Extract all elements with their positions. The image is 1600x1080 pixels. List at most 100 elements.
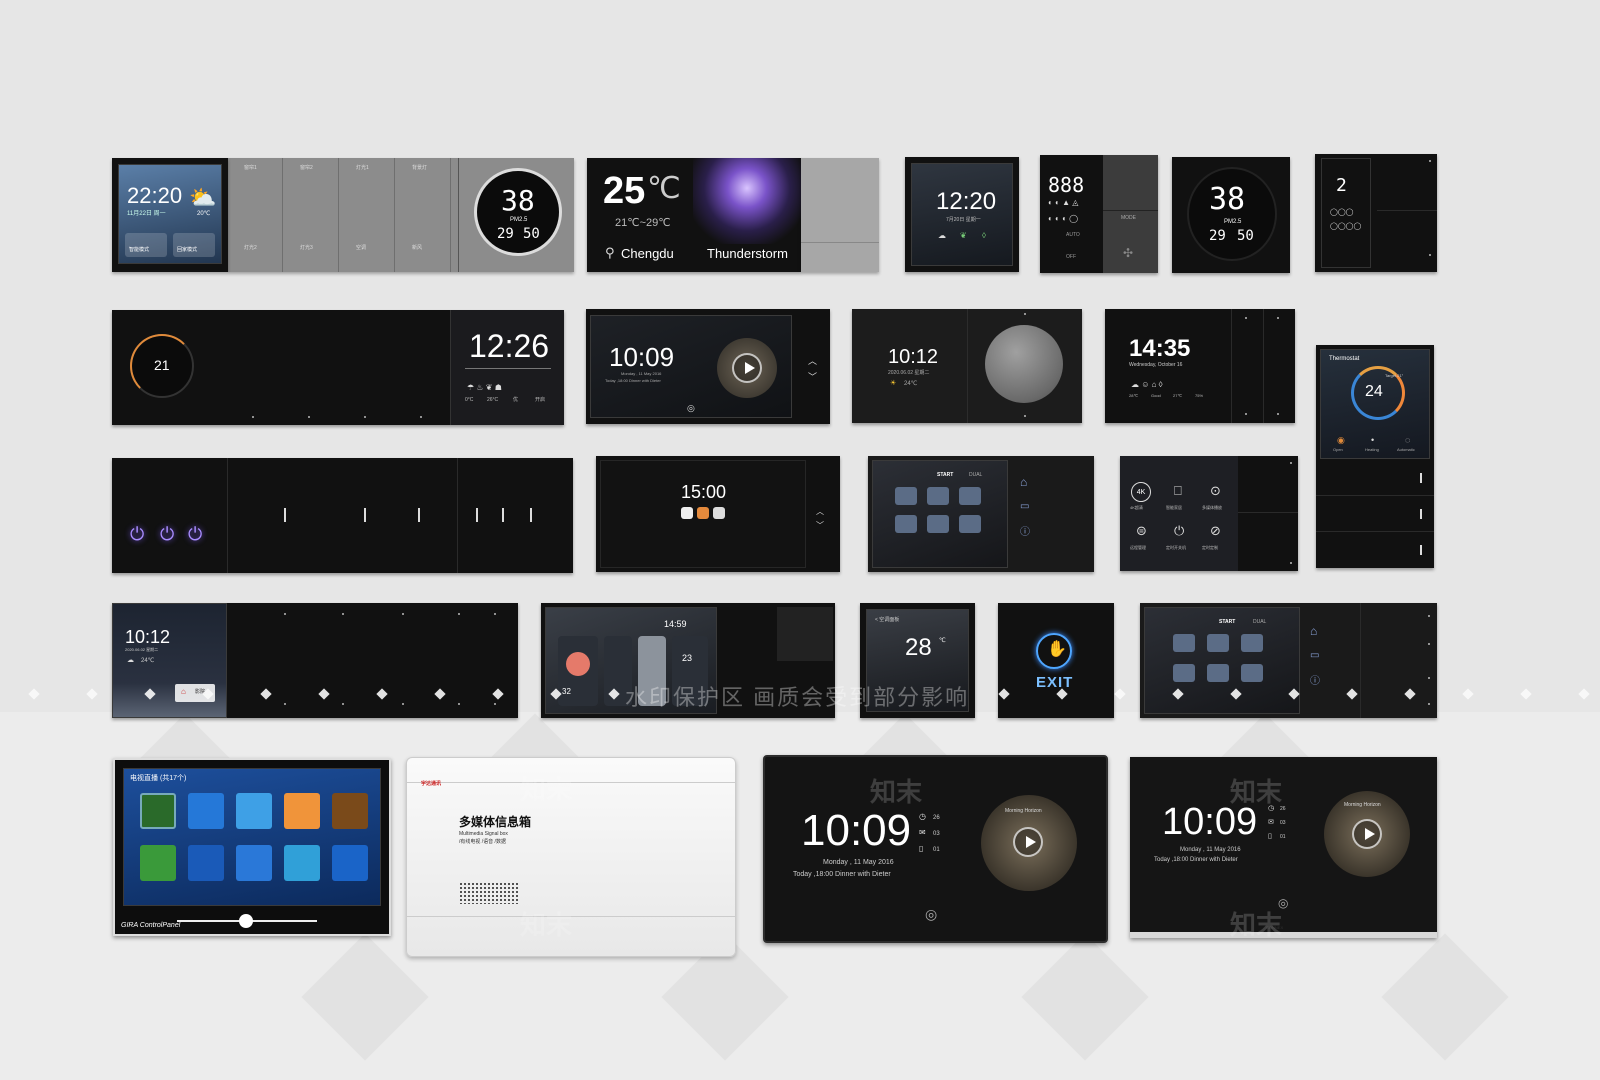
tv-control-panel[interactable]: 电视直播 (共17个) GIRA ControlPanel [113, 758, 391, 936]
panel-10-12-strip[interactable]: 10:12 2020.06.02 星期二 24℃ ☁ 影院 ⌂ [112, 603, 518, 718]
app-icon[interactable] [188, 845, 224, 881]
camping-tile[interactable] [927, 487, 949, 505]
app-tile[interactable] [681, 507, 693, 519]
settings-tile[interactable] [959, 515, 981, 533]
play-icon[interactable] [1013, 827, 1043, 857]
battery-tile[interactable] [927, 515, 949, 533]
heating-icon[interactable]: • [1371, 436, 1374, 445]
power-icon[interactable]: ⏻ [160, 524, 174, 545]
clock-time: 14:35 [1129, 335, 1191, 362]
water-tile[interactable] [1173, 664, 1195, 682]
menu-icon[interactable]: ▭ [1020, 502, 1029, 512]
thermostat-dial[interactable]: 21 [130, 334, 194, 398]
ac-key-column[interactable]: MODE ✣ [1103, 155, 1158, 273]
tv-screen: 电视直播 (共17个) [123, 768, 381, 906]
scene-button-1[interactable]: 智能模式 [125, 233, 167, 257]
panel-14-35[interactable]: 14:35 Wednesday, October 16 ☁ ☺ ⌂ ◊ 28℃ … [1105, 309, 1295, 423]
play-icon[interactable] [1352, 819, 1382, 849]
power-icon[interactable]: ⏻ [130, 524, 144, 545]
smart-home-icon[interactable]: ⎕ [1174, 484, 1182, 497]
temp-value: 29 [497, 226, 514, 242]
video-thumb[interactable]: Morning Horizon [1324, 791, 1410, 877]
slider-knob[interactable] [239, 914, 253, 928]
key-label: 灯光1 [356, 165, 369, 171]
temp-value: 29 [1209, 228, 1226, 244]
app-icon[interactable] [140, 793, 176, 829]
app-icon[interactable] [332, 793, 368, 829]
chevron-down-icon[interactable]: ﹀ [808, 373, 817, 382]
media-panel-large-2[interactable]: 10:09 Monday , 11 May 2016 Today ,18:00 … [1130, 757, 1437, 938]
light-tile[interactable] [1173, 634, 1195, 652]
power-icon[interactable]: ⏻ [188, 524, 202, 545]
app-icon[interactable] [284, 793, 320, 829]
power-icon[interactable]: ⏻ [1174, 524, 1184, 537]
brand-logo: 宇达通讯 [421, 781, 442, 787]
camping-tile[interactable] [1207, 634, 1229, 652]
thermo-digit: 2 [1336, 175, 1347, 196]
app-icon[interactable] [188, 793, 224, 829]
play-circle-icon[interactable]: ⊙ [1210, 484, 1221, 497]
settings-tile[interactable] [1241, 664, 1263, 682]
water-tile[interactable] [895, 515, 917, 533]
home-icon[interactable]: ⌂ [1020, 476, 1027, 488]
panel-15-00[interactable]: 15:00 ︿ ﹀ [596, 456, 840, 572]
light-tile[interactable] [895, 487, 917, 505]
auto-icon[interactable]: ◌ [1405, 436, 1410, 445]
temperature-tile[interactable] [959, 487, 981, 505]
clock-time: 10:12 [125, 627, 171, 647]
wifi-icon[interactable]: ⊜ [1136, 524, 1147, 537]
app-icon[interactable] [236, 845, 272, 881]
menu-icon[interactable]: ▭ [1310, 651, 1319, 661]
key-label: 空调 [356, 245, 367, 251]
mic-icon[interactable]: ◎ [687, 404, 695, 413]
mic-icon[interactable]: ◎ [925, 907, 937, 921]
panel-22-20-strip[interactable]: 22:20 11月22日 周一 ⛅ 20℃ 智能模式 回家模式 窗帘1 窗帘2 … [112, 158, 574, 272]
4k-icon[interactable]: 4K [1131, 482, 1151, 502]
key-label: 灯光2 [244, 245, 257, 251]
long-thermostat-panel[interactable]: 21 12:26 ☂ ♨ ❦ ☗ 0°C 26°C 优 开启 [112, 310, 564, 425]
app-icon[interactable] [332, 845, 368, 881]
timer-icon[interactable]: ⊘ [1210, 524, 1221, 537]
ac-control-panel[interactable]: 888 ◐ ◐ ▲ ◬ ◐ ◐ ◐ ◯ AUTO OFF MODE ✣ [1040, 155, 1158, 273]
temp-value: 23 [682, 653, 693, 663]
date-line: Monday , 11 May 2016 [1180, 847, 1241, 853]
app-icon[interactable] [236, 793, 272, 829]
app-tile[interactable] [713, 507, 725, 519]
gira-logo: GIRA ControlPanel [121, 922, 181, 929]
battery-tile[interactable] [1207, 664, 1229, 682]
open-icon[interactable]: ◉ [1337, 436, 1345, 445]
media-panel-large[interactable]: 10:09 Monday , 11 May 2016 Today ,18:00 … [763, 755, 1108, 943]
chevron-up-icon[interactable]: ︿ [816, 508, 824, 516]
rotary-knob[interactable] [985, 325, 1063, 403]
watermark-mark: 知末 [520, 775, 573, 805]
video-thumb[interactable] [717, 338, 777, 398]
scene-button-2[interactable]: 回家模式 [173, 233, 215, 257]
panel-10-12-knob[interactable]: 10:12 2020.06.02 星期二 24℃ ☀ [852, 309, 1082, 423]
weather-temp: 24℃ [141, 658, 155, 664]
stat-air: Good [1151, 393, 1161, 398]
clock-screen: 10:12 2020.06.02 星期二 24℃ ☁ 影院 ⌂ [112, 603, 227, 718]
start-control-panel-2[interactable]: START DUAL ⌂ ▭ ⓘ [1140, 603, 1437, 718]
humidity-value: 50 [523, 226, 540, 242]
power-button-strip[interactable]: ⏻ ⏻ ⏻ [112, 458, 573, 573]
hand-touch-icon[interactable]: ✋ [1036, 633, 1072, 669]
play-icon[interactable] [732, 353, 762, 383]
app-tile[interactable] [697, 507, 709, 519]
gray-key-module[interactable] [801, 158, 879, 272]
media-panel-10-09[interactable]: 10:09 Monday , 11 May 2016 Today ,18:00 … [586, 309, 830, 424]
icon-grid-panel[interactable]: 4K ⎕ ⊙ 4K超清 智能家居 多媒体播放 ⊜ ⏻ ⊘ 远程管理 定时开关机 … [1120, 456, 1298, 571]
chevron-down-icon[interactable]: ﹀ [816, 522, 824, 530]
info-icon[interactable]: ⓘ [1020, 528, 1030, 538]
start-control-panel[interactable]: START DUAL ⌂ ▭ ⓘ [868, 456, 1094, 572]
temperature-tile[interactable] [1241, 634, 1263, 652]
app-icon[interactable] [140, 845, 176, 881]
app-icon[interactable] [284, 845, 320, 881]
info-icon[interactable]: ⓘ [1310, 677, 1320, 687]
video-thumb[interactable]: Morning Horizon [981, 795, 1077, 891]
thermostat-small-panel[interactable]: 2 ◯◯◯ ◯◯◯◯ [1315, 154, 1437, 272]
chevron-up-icon[interactable]: ︿ [808, 357, 817, 366]
exit-panel[interactable]: ✋ EXIT [998, 603, 1114, 718]
thermostat-vertical-panel[interactable]: Thermostat Target 21° 24 ◉ • ◌ Open Heat… [1316, 345, 1434, 568]
weather-panel: 25 ℃ 21℃~29℃ ⚲ Chengdu Thunderstorm [587, 158, 801, 272]
home-icon[interactable]: ⌂ [1310, 625, 1317, 637]
